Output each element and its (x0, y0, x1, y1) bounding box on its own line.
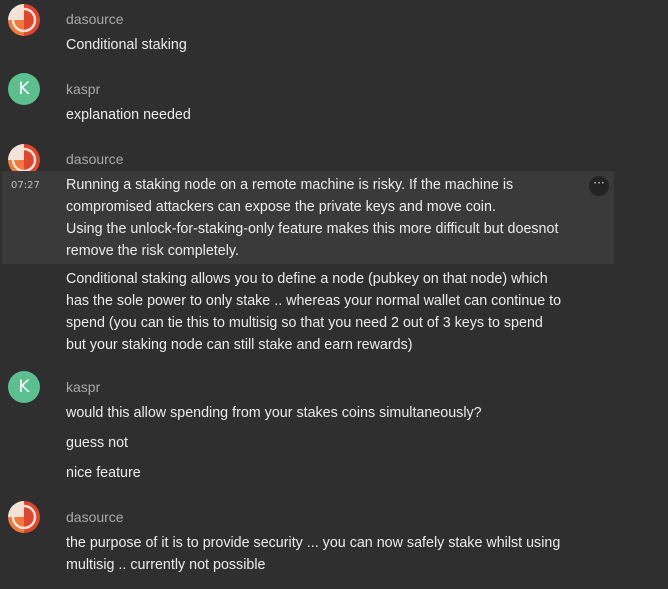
message-text: Conditional staking (66, 37, 187, 53)
avatar-kaspr[interactable]: K (8, 371, 40, 403)
message-text: but your staking node can still stake an… (66, 337, 413, 353)
username[interactable]: kaspr (66, 80, 100, 98)
message-text: spend (you can tie this to multisig so t… (66, 315, 543, 331)
username[interactable]: dasource (66, 10, 124, 28)
avatar-dasource[interactable] (8, 4, 40, 36)
message-text: guess not (66, 435, 128, 451)
message-text: multisig .. currently not possible (66, 557, 266, 573)
message-text: Running a staking node on a remote machi… (66, 177, 514, 193)
username[interactable]: dasource (66, 508, 124, 526)
username[interactable]: kaspr (66, 378, 100, 396)
username[interactable]: dasource (66, 150, 124, 168)
message-text: explanation needed (66, 107, 191, 123)
quartered-circle-avatar-icon (8, 4, 40, 36)
message-text: compromised attackers can expose the pri… (66, 199, 496, 215)
avatar-dasource[interactable] (8, 501, 40, 533)
message-text: Using the unlock-for-staking-only featur… (66, 221, 559, 237)
message-text: nice feature (66, 465, 141, 481)
message-text: would this allow spending from your stak… (66, 405, 482, 421)
avatar-kaspr[interactable]: K (8, 73, 40, 105)
message-text: the purpose of it is to provide security… (66, 535, 561, 551)
quartered-circle-avatar-icon (8, 501, 40, 533)
message-text: Conditional staking allows you to define… (66, 271, 548, 287)
message-timestamp: 07:27 (11, 180, 40, 191)
message-text: has the sole power to only stake .. wher… (66, 293, 562, 309)
message-text: remove the risk completely. (66, 243, 239, 259)
